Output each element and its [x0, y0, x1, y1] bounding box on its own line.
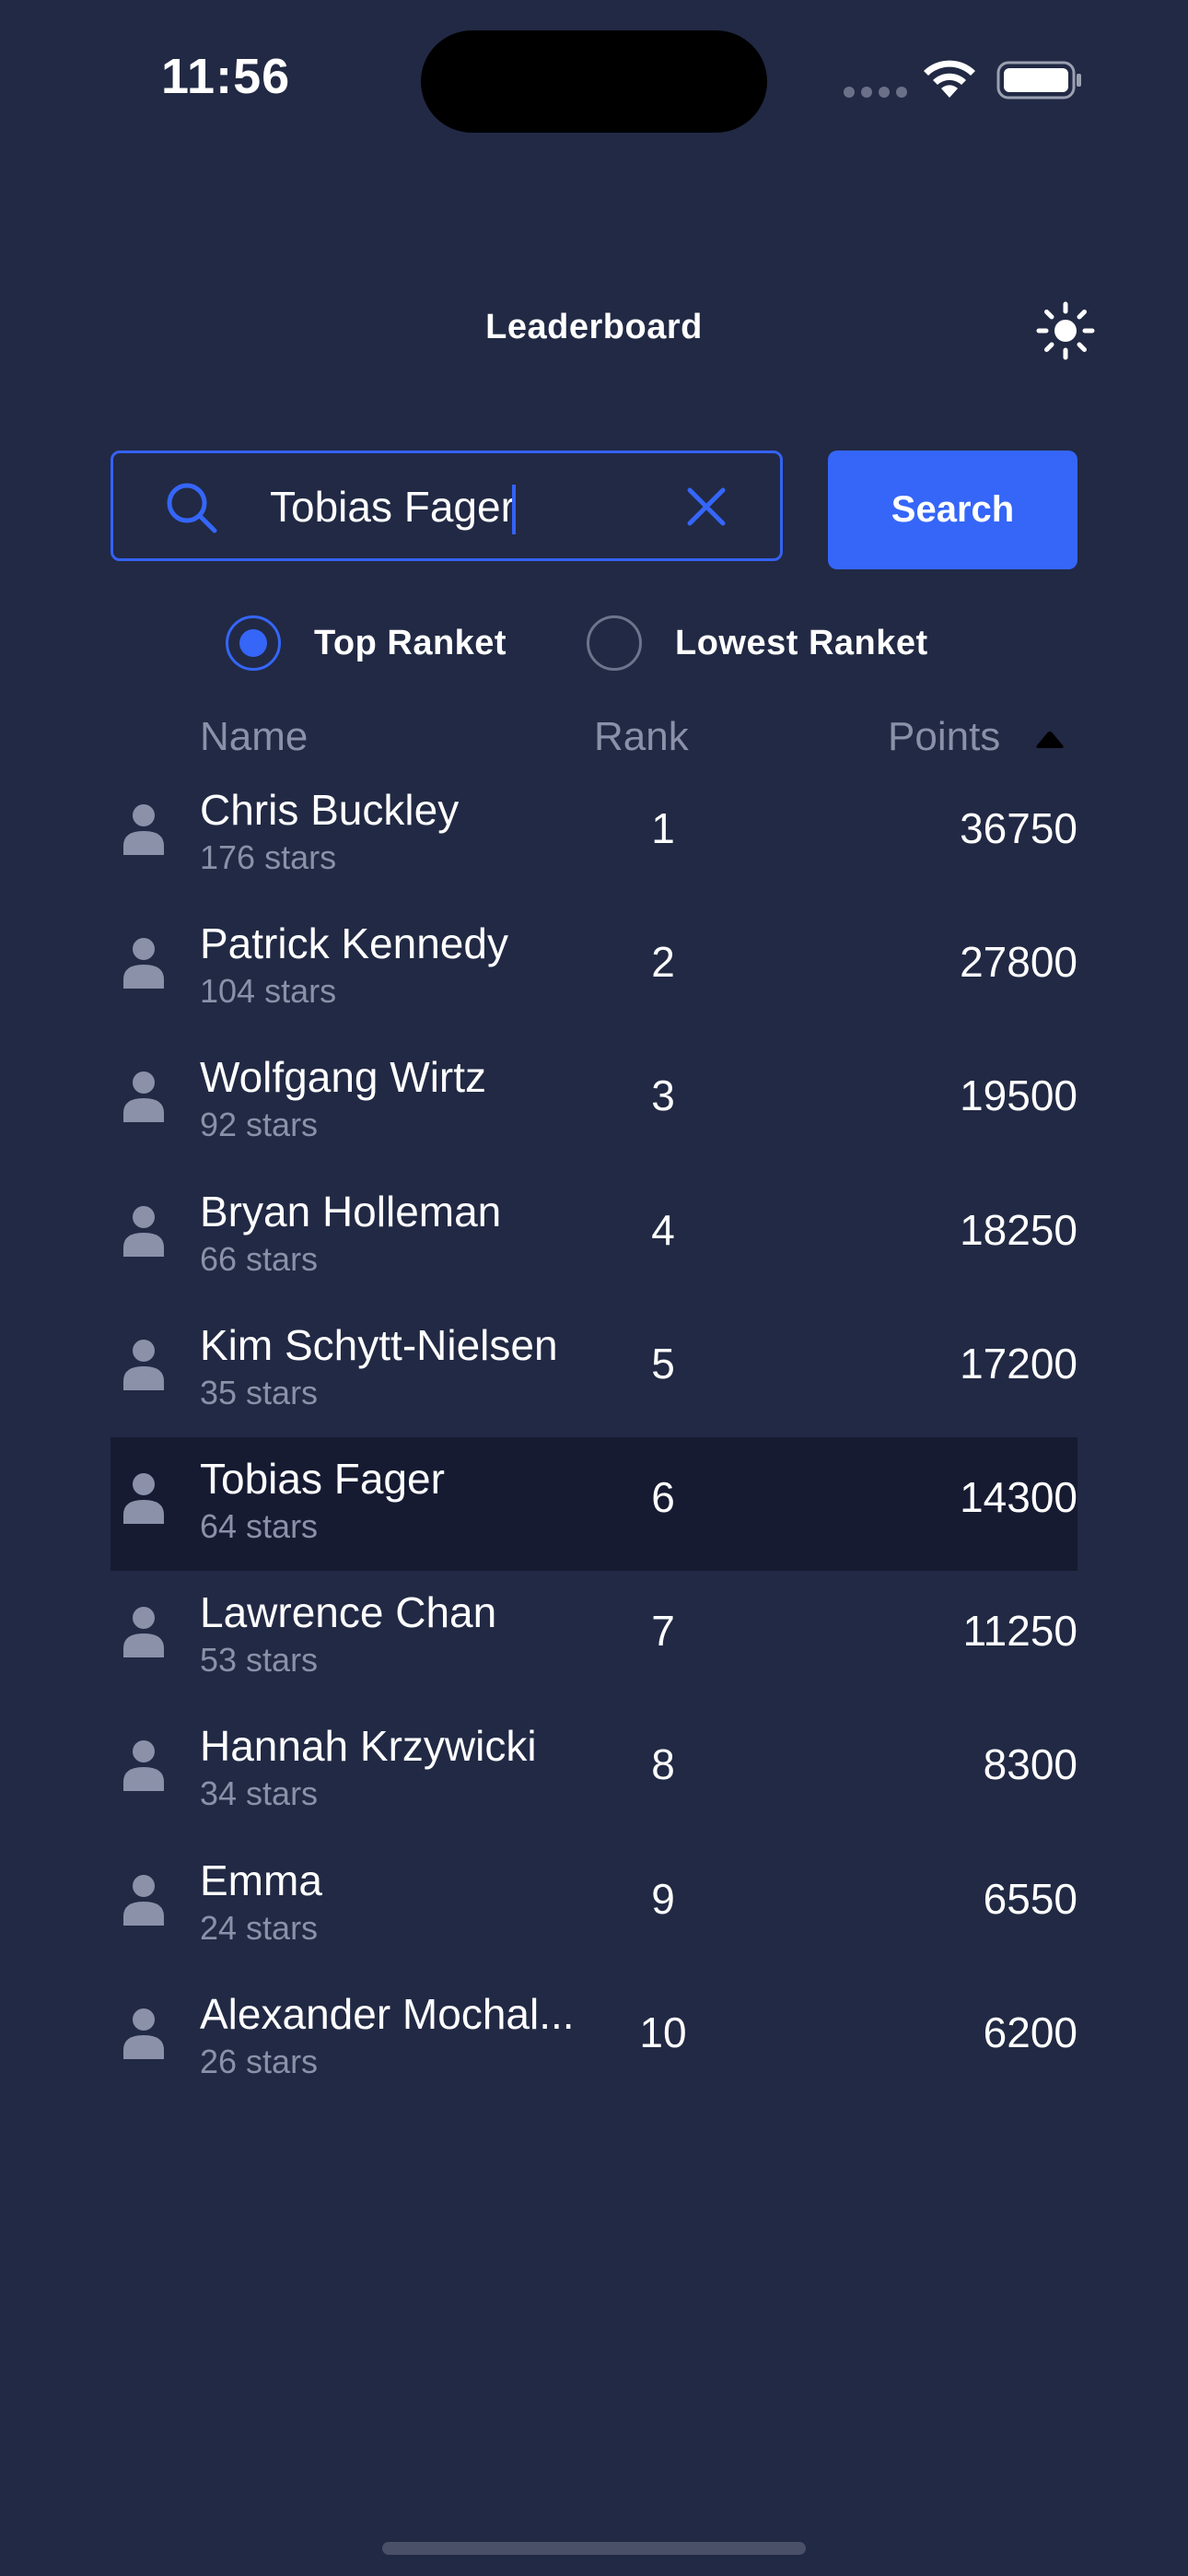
player-rank: 10: [639, 2008, 687, 2056]
person-icon: [123, 1740, 164, 1792]
column-header-points[interactable]: Points: [888, 714, 1000, 760]
leaderboard-row[interactable]: Lawrence Chan 53 stars 7 11250: [111, 1571, 1077, 1704]
player-rank: 3: [651, 1071, 675, 1120]
leaderboard-screen: 11:56 Leaderboard Tobias Fager Search To…: [0, 0, 1188, 2576]
leaderboard-row[interactable]: Alexander Mochal... 26 stars 10 6200: [111, 1973, 1077, 2106]
cellular-signal-icon: [844, 87, 907, 98]
sort-radio-group: Top Ranket Lowest Ranket: [0, 613, 1188, 673]
player-stars: 24 stars: [200, 1908, 319, 1947]
player-points: 19500: [960, 1071, 1077, 1120]
clear-icon[interactable]: [684, 485, 728, 529]
player-stars: 26 stars: [200, 2042, 319, 2080]
leaderboard-row[interactable]: Tobias Fager 64 stars 6 14300: [111, 1437, 1077, 1571]
search-icon: [167, 483, 217, 533]
player-stars: 64 stars: [200, 1507, 319, 1545]
radio-label: Lowest Ranket: [675, 623, 928, 662]
player-name: Emma: [200, 1856, 322, 1904]
status-icons: [840, 55, 1089, 101]
player-rank: 1: [651, 804, 675, 852]
player-rank: 9: [651, 1874, 675, 1923]
search-field[interactable]: [111, 451, 783, 561]
player-name: Chris Buckley: [200, 786, 460, 834]
person-icon: [123, 938, 164, 989]
leaderboard-row[interactable]: Bryan Holleman 66 stars 4 18250: [111, 1170, 1077, 1304]
theme-toggle-button[interactable]: [1036, 301, 1095, 360]
leaderboard-row[interactable]: Hannah Krzywicki 34 stars 8 8300: [111, 1704, 1077, 1838]
player-name: Lawrence Chan: [200, 1588, 497, 1637]
player-name: Tobias Fager: [200, 1455, 445, 1503]
home-indicator[interactable]: [382, 2542, 806, 2555]
player-points: 36750: [960, 804, 1077, 852]
player-points: 18250: [960, 1205, 1077, 1254]
status-time: 11:56: [161, 49, 291, 104]
player-name: Hannah Krzywicki: [200, 1722, 537, 1771]
player-points: 8300: [983, 1740, 1077, 1789]
player-stars: 34 stars: [200, 1774, 319, 1813]
person-icon: [123, 1607, 164, 1658]
leaderboard-row[interactable]: Emma 24 stars 9 6550: [111, 1839, 1077, 1973]
player-rank: 5: [651, 1339, 675, 1388]
player-rank: 8: [651, 1740, 675, 1789]
wifi-icon: [924, 60, 975, 98]
player-name: Patrick Kennedy: [200, 919, 508, 968]
player-stars: 104 stars: [200, 972, 337, 1011]
radio-top-ranket[interactable]: Top Ranket: [226, 613, 507, 673]
leaderboard-row[interactable]: Chris Buckley 176 stars 1 36750: [111, 768, 1077, 902]
person-icon: [123, 1473, 164, 1524]
player-name: Bryan Holleman: [200, 1187, 502, 1235]
player-points: 27800: [960, 938, 1077, 987]
player-points: 6550: [983, 1874, 1077, 1923]
player-points: 17200: [960, 1339, 1077, 1388]
battery-icon: [996, 61, 1081, 100]
leaderboard-row[interactable]: Patrick Kennedy 104 stars 2 27800: [111, 902, 1077, 1036]
triangle-up-icon[interactable]: [1034, 730, 1066, 750]
search-input[interactable]: [270, 477, 657, 536]
player-name: Alexander Mochal...: [200, 1989, 575, 2038]
page-title: Leaderboard: [485, 308, 703, 346]
leaderboard-row[interactable]: Kim Schytt-Nielsen 35 stars 5 17200: [111, 1304, 1077, 1437]
player-stars: 92 stars: [200, 1106, 319, 1144]
player-stars: 53 stars: [200, 1641, 319, 1680]
column-header-rank[interactable]: Rank: [594, 714, 689, 760]
column-header-name[interactable]: Name: [200, 714, 308, 760]
player-name: Wolfgang Wirtz: [200, 1053, 487, 1102]
radio-circle: [587, 615, 642, 671]
player-points: 11250: [962, 1607, 1077, 1656]
leaderboard-row[interactable]: Wolfgang Wirtz 92 stars 3 19500: [111, 1036, 1077, 1169]
player-stars: 176 stars: [200, 838, 337, 876]
player-stars: 66 stars: [200, 1239, 319, 1278]
sun-icon: [1036, 301, 1095, 360]
person-icon: [123, 1874, 164, 1926]
player-name: Kim Schytt-Nielsen: [200, 1320, 558, 1369]
player-rank: 2: [651, 938, 675, 987]
search-button[interactable]: Search: [828, 451, 1077, 569]
radio-lowest-ranket[interactable]: Lowest Ranket: [587, 613, 928, 673]
player-points: 6200: [983, 2008, 1077, 2056]
person-icon: [123, 1071, 164, 1123]
person-icon: [123, 804, 164, 855]
player-rank: 7: [651, 1607, 675, 1656]
player-rank: 6: [651, 1473, 675, 1521]
text-caret: [512, 485, 516, 534]
person-icon: [123, 2008, 164, 2059]
dynamic-island: [421, 30, 767, 133]
radio-circle-selected: [226, 615, 281, 671]
radio-label: Top Ranket: [314, 623, 507, 662]
person-icon: [123, 1339, 164, 1390]
player-stars: 35 stars: [200, 1373, 319, 1411]
person-icon: [123, 1205, 164, 1257]
player-points: 14300: [960, 1473, 1077, 1521]
player-rank: 4: [651, 1205, 675, 1254]
